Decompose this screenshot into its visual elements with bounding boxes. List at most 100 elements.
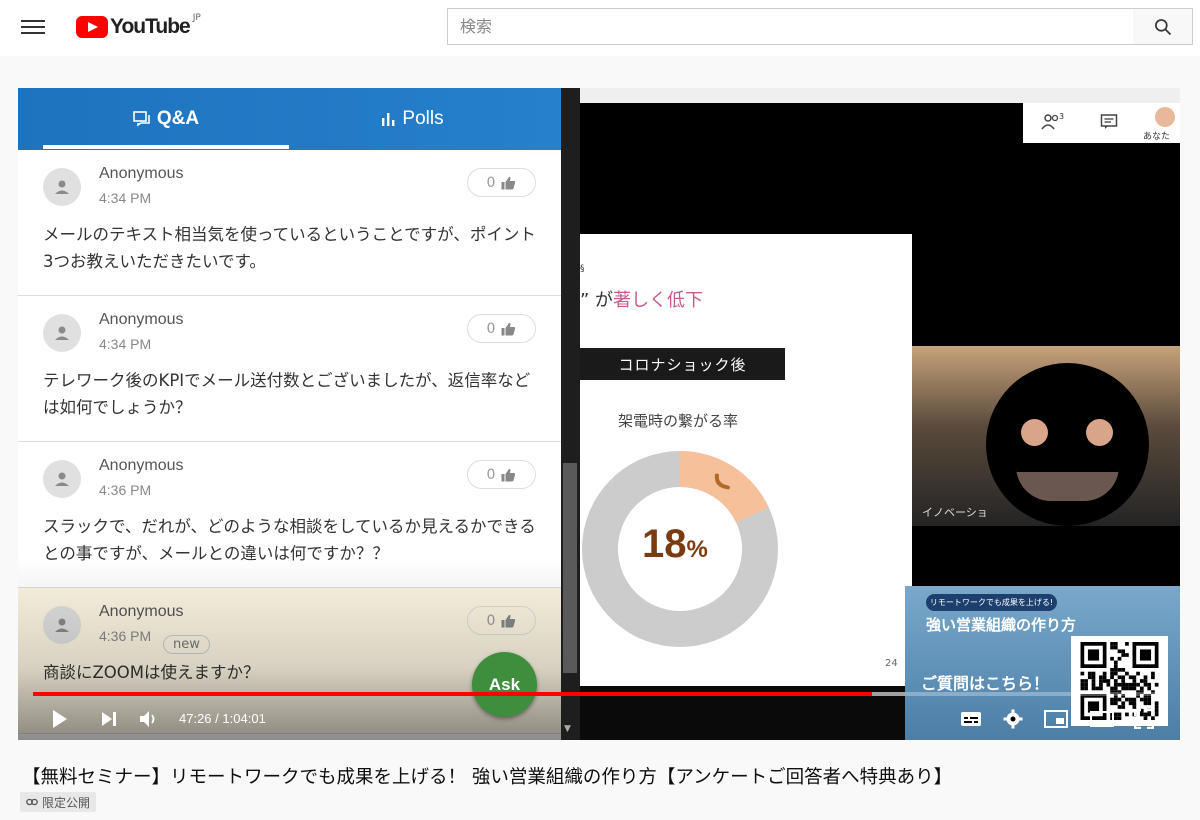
person-icon — [55, 472, 69, 486]
slide-title-prefix: ” が — [580, 290, 614, 311]
percent-value: 18 — [642, 522, 687, 566]
promo-title: 強い営業組織の作り方 — [926, 616, 1077, 634]
youtube-logo[interactable]: YouTube JP — [76, 13, 201, 40]
like-count: 0 — [486, 612, 496, 629]
volume-icon — [140, 711, 155, 727]
next-icon — [102, 712, 116, 726]
progress-bar[interactable] — [33, 692, 1165, 696]
qa-author: Anonymous — [99, 457, 184, 474]
slide-tag: コロナショック後 — [580, 348, 785, 380]
participants-count: 3 — [1059, 112, 1065, 121]
qa-question: テレワーク後のKPIでメール送付数とございましたが、返信率などは如何でしょうか？ — [43, 371, 531, 417]
time-separator: / — [215, 711, 219, 726]
qa-author: Anonymous — [99, 311, 184, 328]
youtube-play-icon — [76, 16, 108, 38]
subtitles-icon — [961, 712, 981, 726]
like-count: 0 — [486, 174, 496, 191]
current-time: 47:26 — [179, 711, 212, 726]
qa-item: Anonymous 4:34 PM 0 メールのテキスト相当気を使っているという… — [18, 150, 561, 296]
percent-unit: % — [686, 536, 708, 563]
like-count: 0 — [486, 320, 496, 337]
person-icon — [55, 618, 69, 632]
next-button[interactable] — [100, 708, 118, 730]
bar-chart-icon — [380, 111, 396, 127]
settings-button[interactable] — [1003, 708, 1023, 730]
avatar — [43, 168, 81, 206]
search-icon — [1154, 18, 1171, 35]
search-button[interactable] — [1133, 8, 1193, 45]
chat-bubble-icon — [133, 111, 151, 127]
like-count: 0 — [486, 466, 496, 483]
promo-question: ご質問はこちら！ — [921, 674, 1050, 693]
thumbs-up-icon — [501, 468, 516, 481]
person-icon — [55, 180, 69, 194]
person-icon — [55, 326, 69, 340]
like-button[interactable]: 0 — [467, 314, 536, 343]
miniplayer-button[interactable] — [1044, 708, 1068, 730]
video-title: 【無料セミナー】リモートワークでも成果を上げる！ 強い営業組織の作り方【アンケー… — [22, 767, 953, 788]
qa-question: 商談にZOOMは使えますか？ — [43, 663, 260, 682]
smiley-eye-left — [1021, 419, 1048, 446]
avatar — [43, 606, 81, 644]
self-avatar — [1155, 107, 1175, 127]
webcam-name: イノベーショ — [922, 506, 988, 519]
thumbs-up-icon — [501, 614, 516, 627]
slide-title-highlight: 著しく低下 — [613, 290, 704, 311]
qa-panel: Q&A Polls Anonymous 4:34 PM 0 メールのテキスト相当… — [18, 88, 561, 740]
slide-title: ” が著しく低下 — [580, 286, 703, 312]
menu-icon[interactable] — [21, 17, 45, 37]
privacy-label: 限定公開 — [42, 795, 91, 810]
search-input[interactable] — [460, 17, 1121, 36]
volume-button[interactable] — [139, 708, 159, 730]
like-button[interactable]: 0 — [467, 460, 536, 489]
avatar — [43, 460, 81, 498]
qa-time: 4:36 PM — [99, 482, 152, 498]
theater-icon — [1090, 711, 1114, 727]
logo-text: YouTube — [110, 15, 191, 38]
like-button[interactable]: 0 — [467, 606, 536, 635]
slide-header-bar — [580, 187, 912, 234]
smiley-face-overlay — [986, 363, 1149, 526]
qa-item: Anonymous 4:34 PM 0 テレワーク後のKPIでメール送付数とござ… — [18, 296, 561, 442]
qa-author: Anonymous — [99, 603, 184, 620]
qa-question: メールのテキスト相当気を使っているということですが、ポイント3つお教えいただきた… — [43, 225, 536, 271]
chat-icon[interactable] — [1100, 113, 1118, 131]
miniplayer-icon — [1044, 710, 1068, 728]
qa-tabs: Q&A Polls — [18, 88, 561, 150]
qa-time: 4:36 PM — [99, 628, 152, 644]
fullscreen-button[interactable] — [1134, 708, 1154, 730]
slide-subtitle: 架電時の繋がる率 — [618, 412, 739, 430]
fullscreen-icon — [1134, 709, 1154, 729]
play-icon — [53, 710, 67, 728]
tab-qa[interactable]: Q&A — [43, 88, 289, 150]
theater-mode-button[interactable] — [1090, 708, 1114, 730]
presentation-slide: § ” が著しく低下 コロナショック後 架電時の繋がる率 18% 24 — [580, 234, 912, 686]
self-label: あなた — [1143, 132, 1171, 142]
panel-scrollbar[interactable] — [563, 463, 577, 673]
new-badge: new — [163, 635, 210, 654]
play-button[interactable] — [51, 708, 69, 730]
video-player[interactable]: Q&A Polls Anonymous 4:34 PM 0 メールのテキスト相当… — [18, 88, 1180, 740]
search-box — [447, 8, 1134, 45]
link-icon — [26, 798, 38, 806]
slide-percentage: 18% — [642, 522, 708, 567]
gear-icon — [1003, 709, 1023, 729]
qa-question: スラックで、だれが、どのような相談をしているか見えるかできるとの事ですが、メール… — [43, 517, 536, 563]
qa-author: Anonymous — [99, 165, 184, 182]
active-tab-indicator — [43, 145, 289, 149]
top-bar: YouTube JP — [0, 0, 1200, 56]
time-display: 47:26 / 1:04:01 — [179, 708, 266, 730]
smiley-eye-right — [1086, 419, 1113, 446]
qa-item: Anonymous 4:36 PM 0 スラックで、だれが、どのような相談をして… — [18, 442, 561, 588]
like-button[interactable]: 0 — [467, 168, 536, 197]
promo-pill: リモートワークでも成果を上げる! — [926, 594, 1057, 611]
qa-time: 4:34 PM — [99, 336, 152, 352]
ask-button[interactable]: Ask — [472, 652, 537, 717]
tab-polls[interactable]: Polls — [289, 88, 535, 150]
avatar — [43, 314, 81, 352]
logo-region: JP — [192, 13, 201, 23]
subtitles-button[interactable] — [960, 708, 982, 730]
thumbs-up-icon — [501, 322, 516, 335]
smiley-mouth — [1016, 466, 1119, 501]
scroll-down-arrow-icon[interactable]: ▼ — [564, 724, 571, 734]
